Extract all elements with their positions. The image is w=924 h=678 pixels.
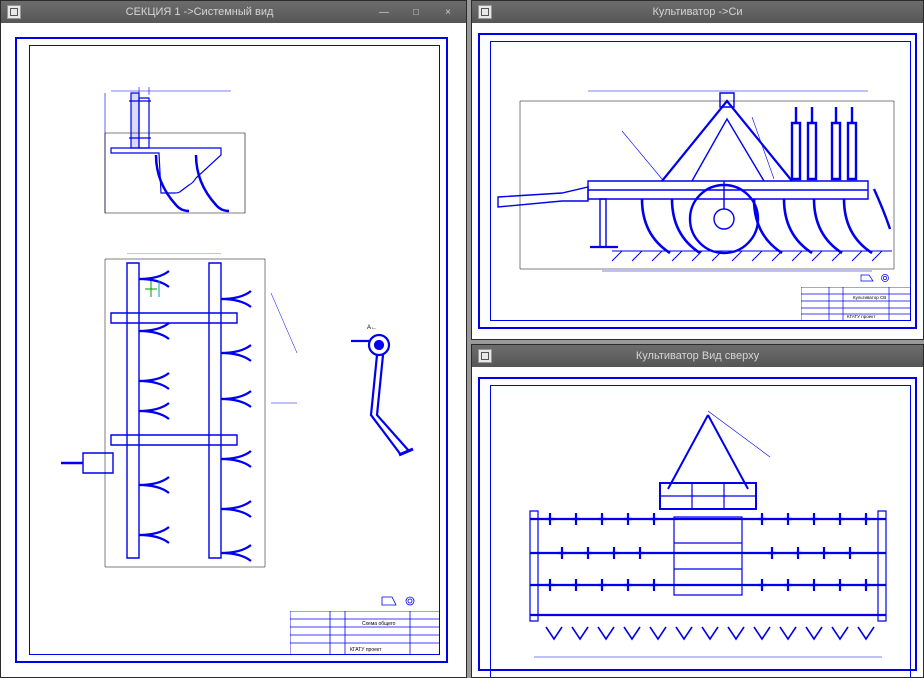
window-title: СЕКЦИЯ 1 ->Системный вид xyxy=(126,6,274,18)
cad-window-cultivator-top: Культиватор Вид сверху xyxy=(471,344,924,678)
drawing-cultivator-top xyxy=(510,407,905,667)
title-block: Схема общего КГАТУ проект xyxy=(290,611,440,655)
tblock-subtitle: Культиватор СВ xyxy=(853,295,886,300)
minimize-button[interactable]: — xyxy=(372,5,396,19)
tblock-project: КГАТУ проект xyxy=(847,314,875,319)
close-button[interactable]: × xyxy=(436,5,460,19)
drawing-canvas[interactable]: А← Схема общего КГАТУ проект xyxy=(1,23,466,677)
projection-symbol-icon xyxy=(380,595,426,607)
document-icon xyxy=(478,349,492,363)
svg-text:А←: А← xyxy=(367,325,377,331)
tblock-subtitle: Схема общего xyxy=(362,621,396,627)
cad-window-section-1: СЕКЦИЯ 1 ->Системный вид — □ × xyxy=(0,0,467,678)
window-controls: — □ × xyxy=(372,5,460,19)
drawing-canvas[interactable]: Культиватор СВ КГАТУ проект xyxy=(472,23,923,339)
drawing-section-top-view xyxy=(41,253,321,573)
titlebar[interactable]: СЕКЦИЯ 1 ->Системный вид — □ × xyxy=(1,1,466,23)
drawing-cultivator-side xyxy=(492,61,902,281)
drawing-canvas[interactable] xyxy=(472,367,923,677)
titlebar[interactable]: Культиватор ->Си xyxy=(472,1,923,23)
window-title: Культиватор Вид сверху xyxy=(472,350,923,362)
titlebar[interactable]: Культиватор Вид сверху xyxy=(472,345,923,367)
drawing-bracket-side xyxy=(101,83,271,223)
title-block: Культиватор СВ КГАТУ проект xyxy=(801,287,911,321)
window-title: Культиватор ->Си xyxy=(472,6,923,18)
tblock-project: КГАТУ проект xyxy=(350,647,382,653)
maximize-button[interactable]: □ xyxy=(404,5,428,19)
drawing-lever-detail: А← xyxy=(331,323,431,483)
document-icon xyxy=(7,5,21,19)
cad-window-cultivator-side: Культиватор ->Си xyxy=(471,0,924,340)
projection-symbol-icon xyxy=(859,273,899,283)
document-icon xyxy=(478,5,492,19)
